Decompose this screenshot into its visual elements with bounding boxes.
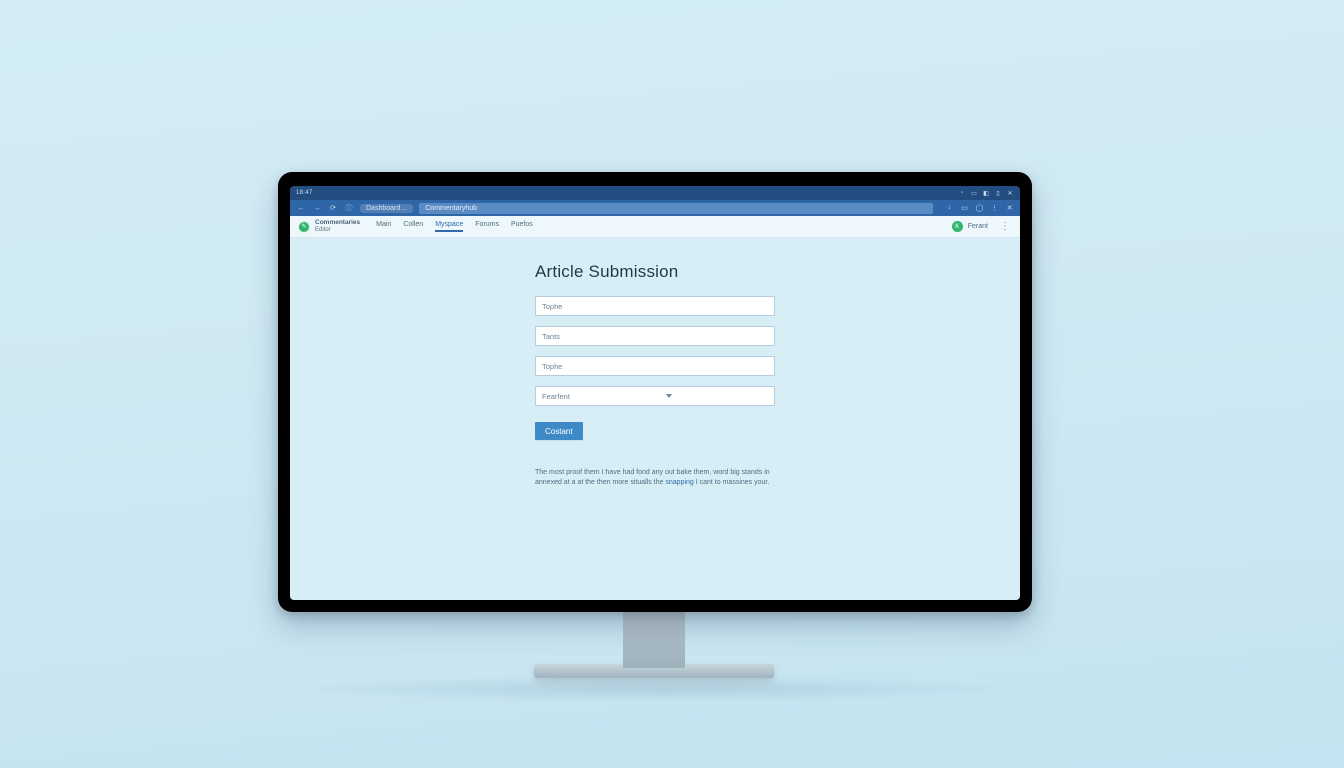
monitor-bezel: 18:47 ▫ ▭ ◧ ▯ ✕ ← → ⟳ ⓘ Dashboard… Comme… — [278, 172, 1032, 612]
desk-shadow — [300, 676, 1020, 702]
forward-button[interactable]: → — [312, 205, 322, 212]
article-form: Article Submission Tophe Tants Tophe Fea… — [535, 262, 775, 600]
brand-text: Commentaries Editor — [315, 220, 360, 233]
screen: 18:47 ▫ ▭ ◧ ▯ ✕ ← → ⟳ ⓘ Dashboard… Comme… — [290, 186, 1020, 600]
help-text: The most proof them I have had fond any … — [535, 468, 775, 488]
field-placeholder: Tants — [542, 332, 560, 341]
nav-main[interactable]: Main — [376, 221, 391, 232]
user-name: Ferant — [968, 223, 988, 230]
nav-collen[interactable]: Collen — [403, 221, 423, 232]
back-button[interactable]: ← — [296, 205, 306, 212]
nav-myspace[interactable]: Myspace — [435, 221, 463, 232]
tray-wifi-icon[interactable]: ▭ — [970, 189, 978, 197]
site-info-icon[interactable]: ⓘ — [344, 203, 354, 213]
tray-window-icon[interactable]: ◧ — [982, 189, 990, 197]
extensions-icon[interactable]: ⋮ — [990, 204, 999, 212]
help-link[interactable]: snapping — [665, 479, 693, 486]
clock: 18:47 — [296, 190, 313, 196]
chevron-down-icon — [666, 394, 672, 398]
kebab-menu-icon[interactable]: ⋮ — [998, 221, 1012, 232]
os-titlebar: 18:47 ▫ ▭ ◧ ▯ ✕ — [290, 186, 1020, 200]
primary-nav: Main Collen Myspace Forums Puefos — [376, 221, 533, 232]
site-navbar: ✎ Commentaries Editor Main Collen Myspac… — [290, 216, 1020, 238]
browser-chrome: ← → ⟳ ⓘ Dashboard… Commentaryhub ↓ ▭ ◯ ⋮… — [290, 200, 1020, 216]
browser-action-icons: ↓ ▭ ◯ ⋮ ✕ — [939, 204, 1014, 212]
account-icon[interactable]: ◯ — [975, 204, 984, 212]
field-placeholder: Tophe — [542, 362, 562, 371]
tab-label: Dashboard… — [366, 205, 407, 212]
tray-close-icon[interactable]: ✕ — [1006, 189, 1014, 197]
page-body: Article Submission Tophe Tants Tophe Fea… — [290, 238, 1020, 600]
reload-button[interactable]: ⟳ — [328, 204, 338, 212]
address-bar[interactable]: Commentaryhub — [419, 203, 933, 214]
user-chip[interactable]: K Ferant — [952, 221, 988, 232]
bookmark-icon[interactable]: ▭ — [960, 204, 969, 212]
select-placeholder: Fearfent — [542, 392, 570, 401]
topic-input[interactable]: Tophe — [535, 356, 775, 376]
tray-app-icon[interactable]: ▫ — [958, 189, 966, 197]
tray-battery-icon[interactable]: ▯ — [994, 189, 1002, 197]
close-icon[interactable]: ✕ — [1005, 204, 1014, 212]
field-placeholder: Tophe — [542, 302, 562, 311]
browser-toolbar: ← → ⟳ ⓘ Dashboard… Commentaryhub ↓ ▭ ◯ ⋮… — [290, 200, 1020, 216]
page-title: Article Submission — [535, 262, 775, 282]
tags-input[interactable]: Tants — [535, 326, 775, 346]
monitor-stand-neck — [623, 610, 685, 668]
address-text: Commentaryhub — [425, 205, 477, 212]
brand[interactable]: ✎ Commentaries Editor — [298, 220, 360, 233]
browser-tab[interactable]: Dashboard… — [360, 204, 413, 213]
nav-puefos[interactable]: Puefos — [511, 221, 533, 232]
submit-button[interactable]: Costant — [535, 422, 583, 440]
category-select[interactable]: Fearfent — [535, 386, 775, 406]
nav-forums[interactable]: Forums — [475, 221, 499, 232]
title-input[interactable]: Tophe — [535, 296, 775, 316]
avatar: K — [952, 221, 963, 232]
brand-logo-icon: ✎ — [298, 221, 310, 233]
download-icon[interactable]: ↓ — [945, 204, 954, 212]
